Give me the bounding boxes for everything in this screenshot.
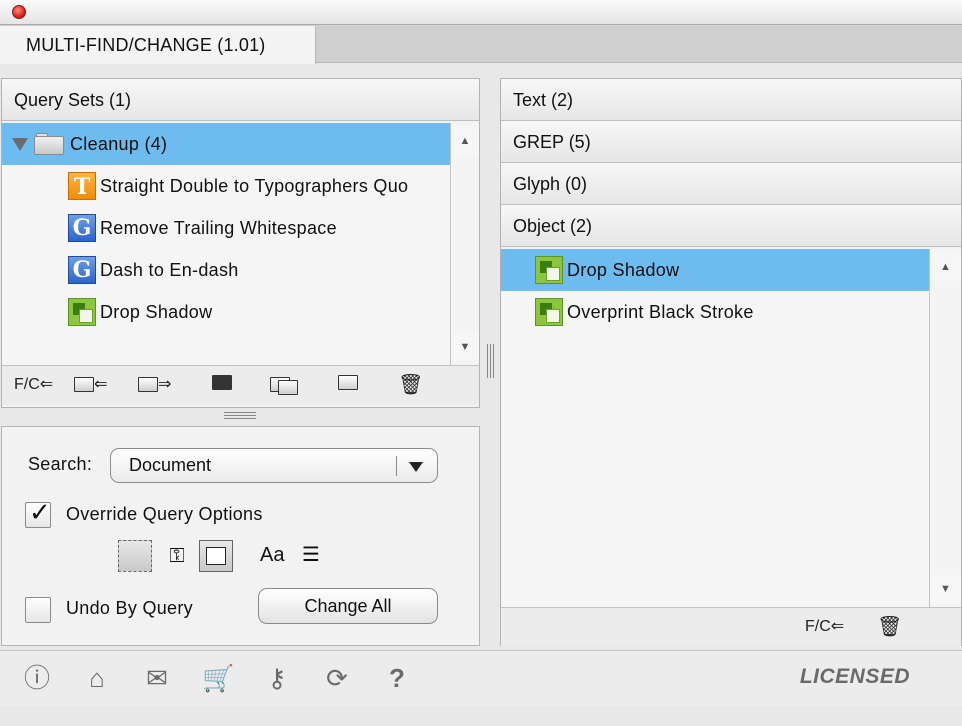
mail-icon[interactable]: ✉ [142,663,172,693]
locked-items-icon[interactable]: ⚿ [160,540,194,572]
query-sets-panel: Query Sets (1) Cleanup (4) T Straight Do… [1,78,480,408]
tree-item-label: Straight Double to Typographers Quo [100,176,409,196]
override-query-options-label: Override Query Options [66,504,263,524]
query-sets-toolbar: F/C⇐ ⇐ ⇒ 🗑 [2,365,479,405]
tab-strip: MULTI-FIND/CHANGE (1.01) [0,25,962,64]
queries-toolbar: F/C⇐ 🗑 [501,607,961,647]
import-icon[interactable] [212,374,232,392]
section-object[interactable]: Object (2) [501,205,961,247]
section-text[interactable]: Text (2) [501,79,961,121]
scroll-down-arrow-icon[interactable]: ▼ [451,333,479,361]
tree-item-label: Drop Shadow [100,302,213,322]
horizontal-splitter-handle[interactable] [224,410,256,422]
list-item-query[interactable]: Overprint Black Stroke [501,291,929,333]
text-query-icon: T [68,172,96,200]
tree-folder-cleanup[interactable]: Cleanup (4) [2,123,450,165]
section-glyph[interactable]: Glyph (0) [501,163,961,205]
checkmark-icon: ✓ [29,497,51,527]
tree-item-query[interactable]: G Remove Trailing Whitespace [2,207,450,249]
tree-item-label: Dash to En-dash [100,260,239,280]
grep-query-icon: G [68,256,96,284]
list-item-label: Overprint Black Stroke [567,302,754,322]
hidden-layers-icon[interactable] [118,540,152,572]
object-query-icon [535,298,563,326]
trash-icon[interactable]: 🗑 [877,614,902,639]
whole-word-icon[interactable]: ☰ [302,540,336,572]
info-icon[interactable]: ⓘ [22,663,52,693]
chevron-down-icon [409,462,423,472]
case-sensitive-icon[interactable]: Aa [260,540,294,572]
help-icon[interactable]: ? [382,663,412,693]
tree-item-query[interactable]: Drop Shadow [2,291,450,333]
license-status: LICENSED [799,665,910,688]
footer-bar: ⓘ ⌂ ✉ 🛒 ⚷ ⟳ ? LICENSED [0,650,962,706]
folder-out-icon[interactable]: ⇒ [138,374,171,394]
home-icon[interactable]: ⌂ [82,663,112,693]
object-list-scrollbar[interactable]: ▲ ▼ [929,249,961,607]
undo-by-query-checkbox[interactable] [25,597,51,623]
close-window-button[interactable] [12,5,26,19]
folder-in-icon[interactable]: ⇐ [74,374,107,394]
list-item-query[interactable]: Drop Shadow [501,249,929,291]
duplicate-folder-icon[interactable] [270,374,298,395]
master-pages-icon[interactable] [199,540,233,572]
object-query-icon [68,298,96,326]
object-query-list: Drop Shadow Overprint Black Stroke [501,249,929,607]
override-query-options-checkbox[interactable]: ✓ [25,497,51,528]
grep-query-icon: G [68,214,96,242]
vertical-splitter-handle[interactable] [486,344,496,378]
new-folder-icon[interactable] [338,374,358,392]
section-grep[interactable]: GREP (5) [501,121,961,163]
window-titlebar [0,0,962,25]
panel-tab-multi-find-change[interactable]: MULTI-FIND/CHANGE (1.01) [0,26,316,64]
disclosure-triangle-icon[interactable] [12,138,28,151]
query-tree-scrollbar[interactable]: ▲ ▼ [450,123,479,365]
trash-icon[interactable]: 🗑 [398,372,423,397]
change-all-button[interactable]: Change All [258,588,438,624]
object-query-icon [535,256,563,284]
key-icon[interactable]: ⚷ [262,663,292,693]
scroll-down-arrow-icon[interactable]: ▼ [930,575,961,603]
tree-item-query[interactable]: G Dash to En-dash [2,249,450,291]
search-scope-select[interactable]: Document [110,448,438,483]
tree-item-query[interactable]: T Straight Double to Typographers Quo [2,165,450,207]
load-query-icon[interactable]: F/C⇐ [805,616,844,636]
queries-panel: Text (2) GREP (5) Glyph (0) Object (2) D… [500,78,962,647]
query-tree: Cleanup (4) T Straight Double to Typogra… [2,123,450,365]
undo-by-query-label: Undo By Query [66,598,193,618]
tree-item-label: Remove Trailing Whitespace [100,218,337,238]
folder-icon [34,133,64,155]
query-sets-header[interactable]: Query Sets (1) [2,79,479,121]
scroll-up-arrow-icon[interactable]: ▲ [451,127,479,155]
search-label: Search: [28,454,93,474]
list-item-label: Drop Shadow [567,260,680,280]
load-query-icon[interactable]: F/C⇐ [14,374,53,394]
search-scope-value: Document [129,455,212,475]
refresh-icon[interactable]: ⟳ [322,663,352,693]
scroll-up-arrow-icon[interactable]: ▲ [930,253,961,281]
cart-icon[interactable]: 🛒 [202,663,234,693]
tree-item-label: Cleanup (4) [70,134,168,154]
